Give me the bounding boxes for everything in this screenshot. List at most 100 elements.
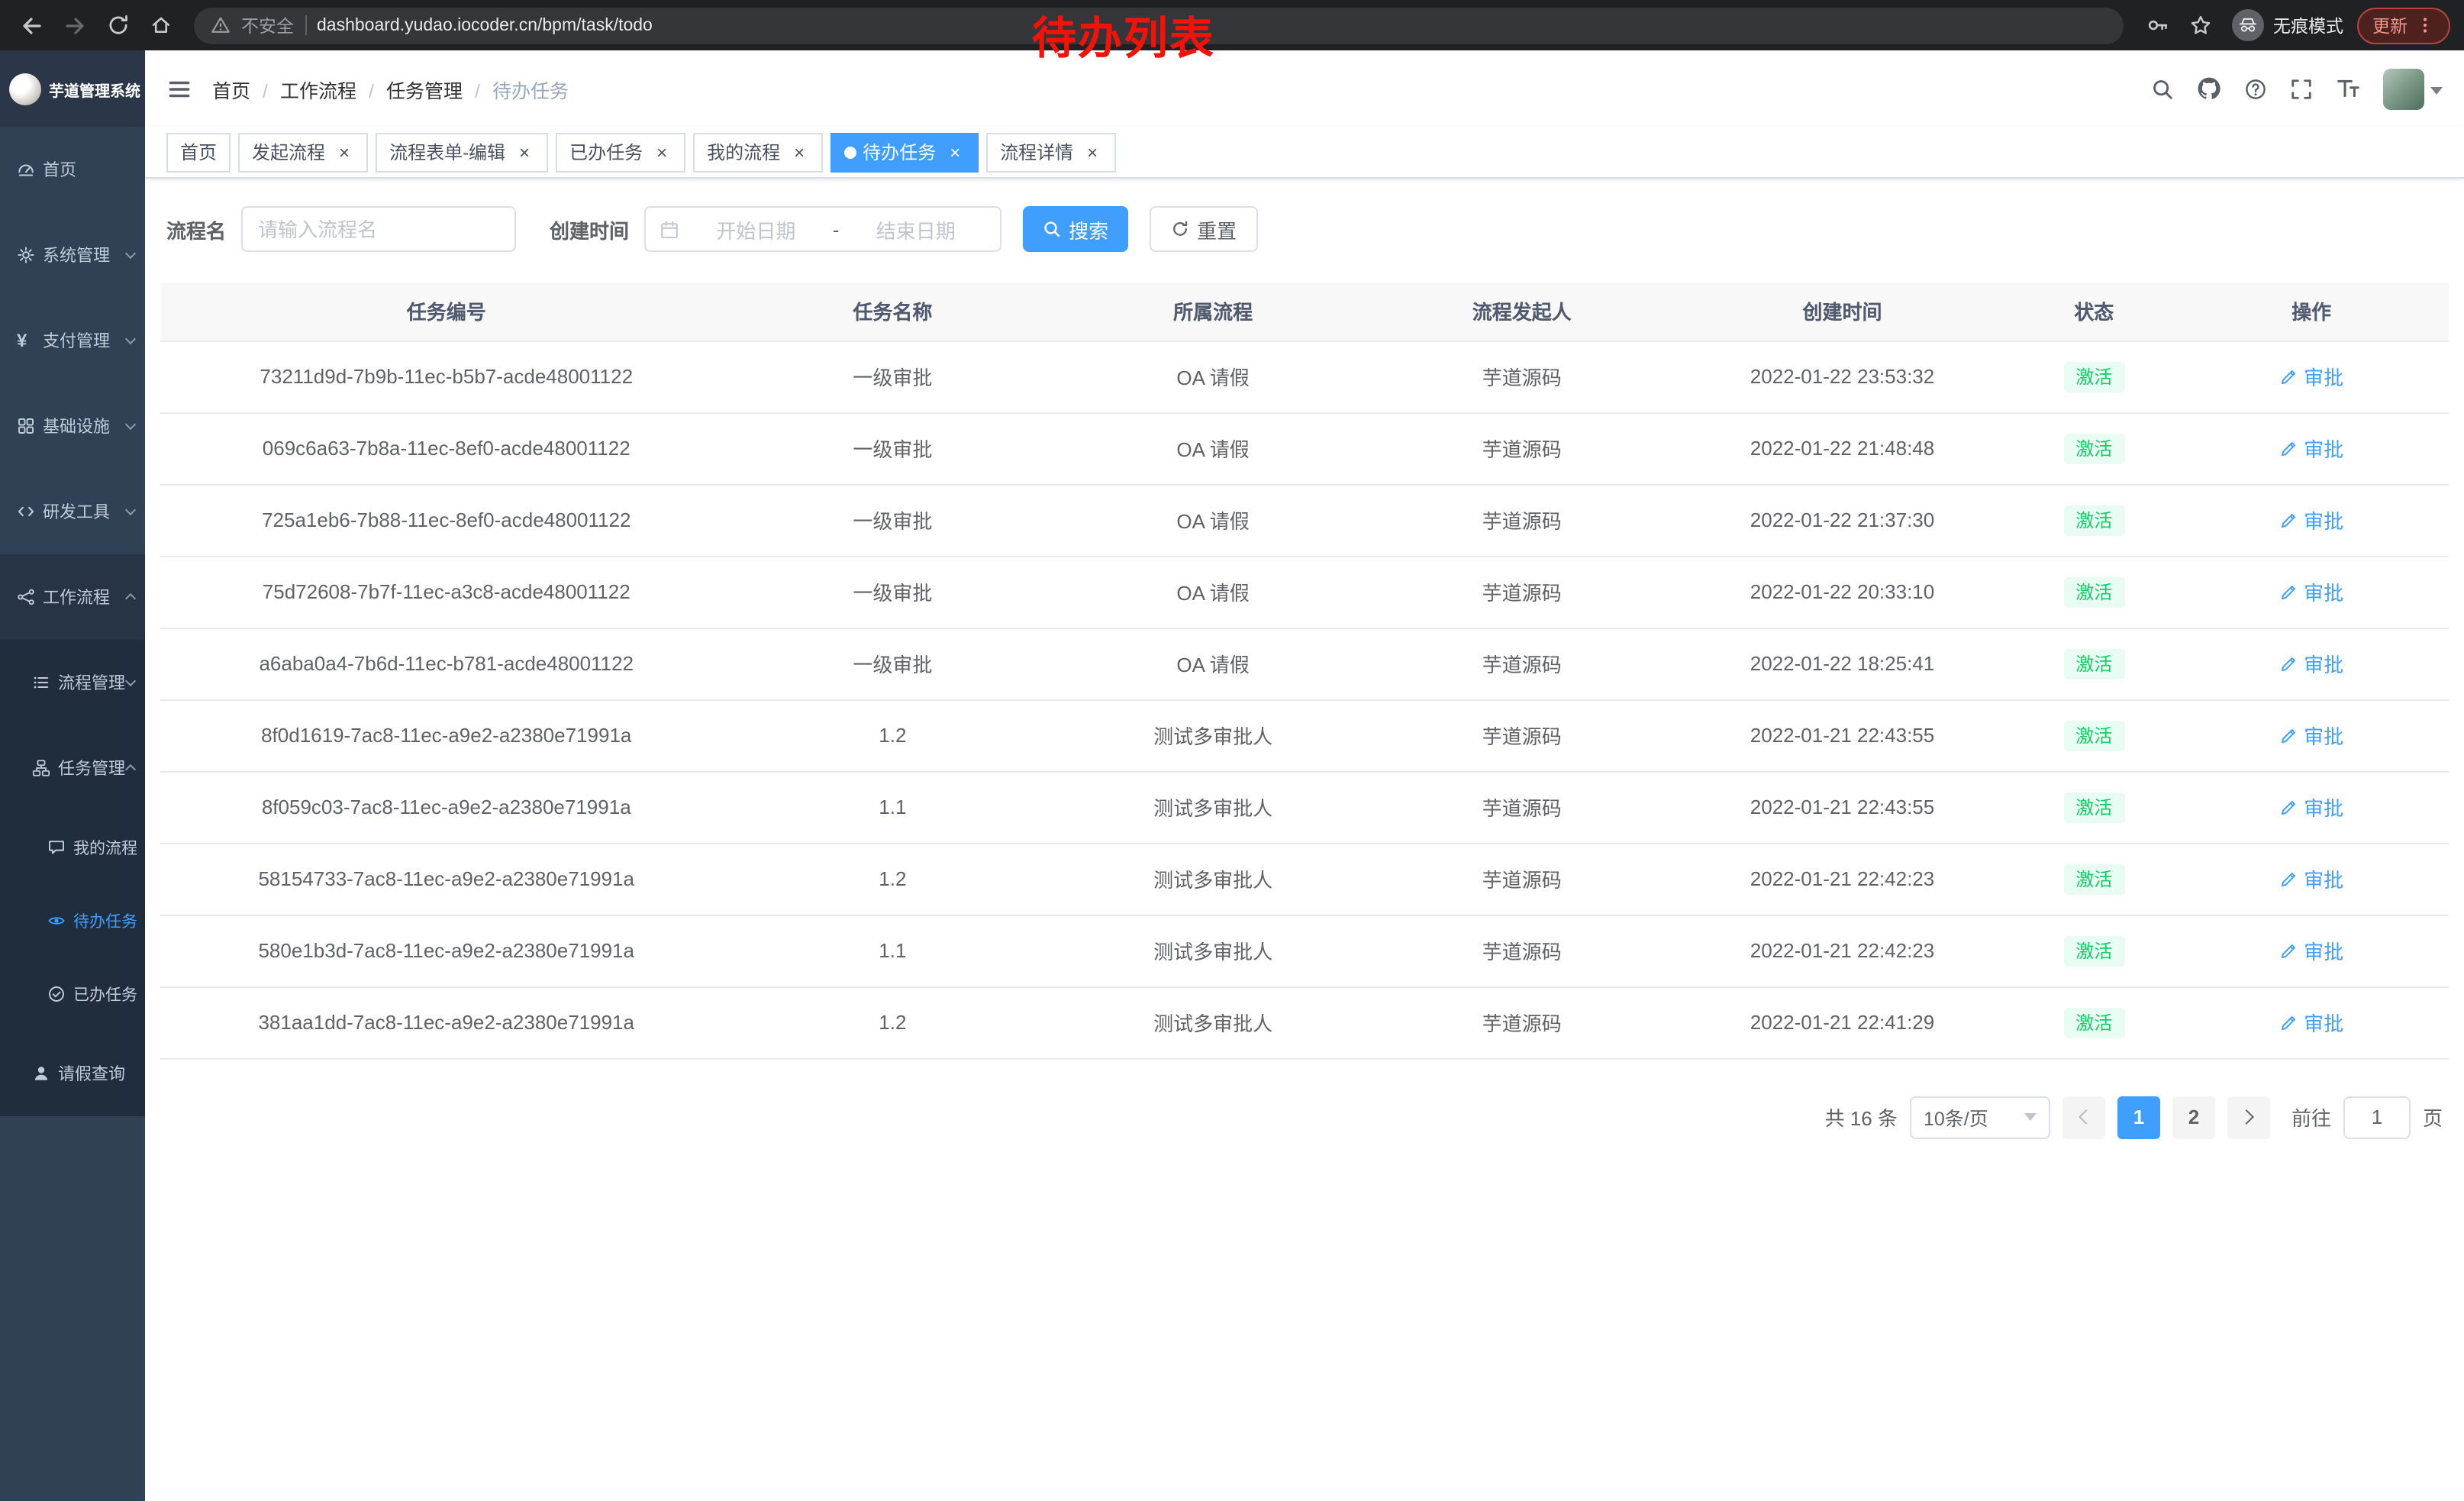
cell-task-id: 8f059c03-7ac8-11ec-a9e2-a2380e71991a	[160, 771, 733, 843]
breadcrumb-task-mgmt[interactable]: 任务管理	[386, 74, 492, 103]
column-header: 状态	[2014, 282, 2174, 341]
sidebar-item-done-tasks[interactable]: 已办任务	[0, 957, 145, 1031]
sidebar-item-infra[interactable]: 基础设施	[0, 383, 145, 469]
browser-update-button[interactable]: 更新	[2357, 7, 2450, 44]
tab-close-icon[interactable]: ×	[652, 142, 672, 162]
approve-link[interactable]: 审批	[2279, 505, 2343, 534]
browser-home-icon[interactable]	[142, 7, 179, 44]
approve-link[interactable]: 审批	[2279, 864, 2343, 893]
cell-created: 2022-01-22 21:37:30	[1671, 484, 2014, 556]
search-button[interactable]: 搜索	[1023, 206, 1128, 252]
approve-link[interactable]: 审批	[2279, 434, 2343, 463]
start-date-placeholder[interactable]: 开始日期	[685, 215, 827, 244]
sidebar-item-leave-query[interactable]: 请假查询	[0, 1031, 145, 1116]
edit-icon	[2279, 798, 2298, 816]
edit-icon	[2279, 1013, 2298, 1031]
approve-link[interactable]: 审批	[2279, 792, 2343, 822]
kebab-menu-icon[interactable]	[2415, 15, 2435, 35]
view-tab[interactable]: 发起流程 ×	[238, 132, 368, 172]
sidebar-item-payment[interactable]: ¥ 支付管理	[0, 298, 145, 383]
cell-task-id: 8f0d1619-7ac8-11ec-a9e2-a2380e71991a	[160, 699, 733, 771]
cell-initiator: 芋道源码	[1373, 628, 1671, 699]
fullscreen-icon[interactable]	[2290, 77, 2313, 100]
browser-reload-icon[interactable]	[99, 7, 136, 44]
tab-close-icon[interactable]: ×	[514, 142, 534, 162]
hamburger-icon[interactable]	[166, 76, 192, 102]
date-range-picker[interactable]: 开始日期 - 结束日期	[644, 206, 1001, 252]
cell-action: 审批	[2174, 771, 2449, 843]
security-label[interactable]: 不安全	[241, 13, 294, 37]
view-tab[interactable]: 流程详情 ×	[986, 132, 1116, 172]
sidebar-item-label: 支付管理	[43, 328, 110, 353]
process-name-input[interactable]	[241, 206, 516, 252]
approve-link[interactable]: 审批	[2279, 649, 2343, 678]
search-icon[interactable]	[2151, 77, 2174, 100]
page-number-button[interactable]: 1	[2117, 1096, 2160, 1138]
goto-suffix: 页	[2423, 1102, 2443, 1131]
cell-action: 审批	[2174, 699, 2449, 771]
tab-close-icon[interactable]: ×	[789, 142, 809, 162]
approve-link[interactable]: 审批	[2279, 1008, 2343, 1037]
page-content: 流程名 创建时间 开始日期 - 结束日期 搜索 重	[145, 179, 2464, 1501]
prev-page-button[interactable]	[2062, 1096, 2105, 1138]
sidebar-item-task-mgmt[interactable]: 任务管理	[0, 725, 145, 811]
view-tab[interactable]: 流程表单-编辑 ×	[376, 132, 548, 172]
breadcrumb-home[interactable]: 首页	[212, 74, 280, 103]
table-row: 75d72608-7b7f-11ec-a3c8-acde48001122 一级审…	[160, 556, 2449, 628]
sidebar-item-system[interactable]: 系统管理	[0, 212, 145, 298]
end-date-placeholder[interactable]: 结束日期	[845, 215, 986, 244]
sidebar-item-todo-tasks[interactable]: 待办任务	[0, 884, 145, 957]
sidebar-item-label: 待办任务	[73, 909, 137, 932]
help-icon[interactable]	[2244, 77, 2267, 100]
tab-close-icon[interactable]: ×	[334, 142, 354, 162]
password-key-icon[interactable]	[2139, 7, 2175, 44]
github-icon[interactable]	[2197, 76, 2221, 101]
chevron-down-icon	[125, 334, 136, 344]
browser-forward-icon[interactable]	[56, 7, 93, 44]
approve-link[interactable]: 审批	[2279, 936, 2343, 965]
approve-label: 审批	[2304, 1008, 2343, 1037]
tab-close-icon[interactable]: ×	[1082, 142, 1102, 162]
cell-status: 激活	[2014, 915, 2174, 986]
font-size-icon[interactable]	[2336, 76, 2360, 101]
breadcrumb-current: 待办任务	[492, 74, 569, 103]
breadcrumb-workflow[interactable]: 工作流程	[280, 74, 386, 103]
cell-task-name: 1.2	[733, 843, 1053, 915]
bookmark-star-icon[interactable]	[2182, 7, 2218, 44]
edit-icon	[2279, 654, 2298, 673]
table-row: 381aa1dd-7ac8-11ec-a9e2-a2380e71991a 1.2…	[160, 986, 2449, 1058]
cell-task-name: 一级审批	[733, 556, 1053, 628]
sidebar-item-workflow[interactable]: 工作流程	[0, 554, 145, 640]
tab-label: 我的流程	[707, 139, 780, 165]
goto-page-input[interactable]	[2343, 1096, 2411, 1138]
cell-task-id: 58154733-7ac8-11ec-a9e2-a2380e71991a	[160, 843, 733, 915]
sidebar-item-label: 请假查询	[58, 1061, 125, 1086]
browser-back-icon[interactable]	[14, 7, 50, 44]
user-menu[interactable]	[2383, 68, 2443, 109]
view-tab[interactable]: 我的流程 ×	[693, 132, 823, 172]
reset-button[interactable]: 重置	[1150, 206, 1258, 252]
status-badge: 激活	[2063, 863, 2124, 894]
sidebar-item-my-process[interactable]: 我的流程	[0, 811, 145, 884]
cell-task-name: 一级审批	[733, 341, 1053, 412]
chevron-up-icon	[125, 593, 136, 604]
cell-status: 激活	[2014, 341, 2174, 412]
view-tab[interactable]: 已办任务 ×	[556, 132, 685, 172]
approve-link[interactable]: 审批	[2279, 577, 2343, 606]
next-page-button[interactable]	[2227, 1096, 2270, 1138]
sidebar-item-home[interactable]: 首页	[0, 127, 145, 212]
approve-link[interactable]: 审批	[2279, 721, 2343, 750]
view-tab[interactable]: 待办任务 ×	[830, 132, 979, 172]
page-size-select[interactable]: 10条/页	[1910, 1096, 2050, 1138]
view-tab[interactable]: 首页	[166, 132, 231, 172]
page-number-button[interactable]: 2	[2172, 1096, 2215, 1138]
column-header: 任务编号	[160, 282, 733, 341]
cell-initiator: 芋道源码	[1373, 843, 1671, 915]
table-row: 58154733-7ac8-11ec-a9e2-a2380e71991a 1.2…	[160, 843, 2449, 915]
tab-close-icon[interactable]: ×	[945, 142, 965, 162]
app-logo[interactable]: 芋道管理系统	[0, 50, 145, 127]
sidebar-item-devtools[interactable]: 研发工具	[0, 469, 145, 554]
sidebar-item-process-mgmt[interactable]: 流程管理	[0, 640, 145, 725]
eye-icon	[47, 912, 66, 930]
approve-link[interactable]: 审批	[2279, 362, 2343, 391]
